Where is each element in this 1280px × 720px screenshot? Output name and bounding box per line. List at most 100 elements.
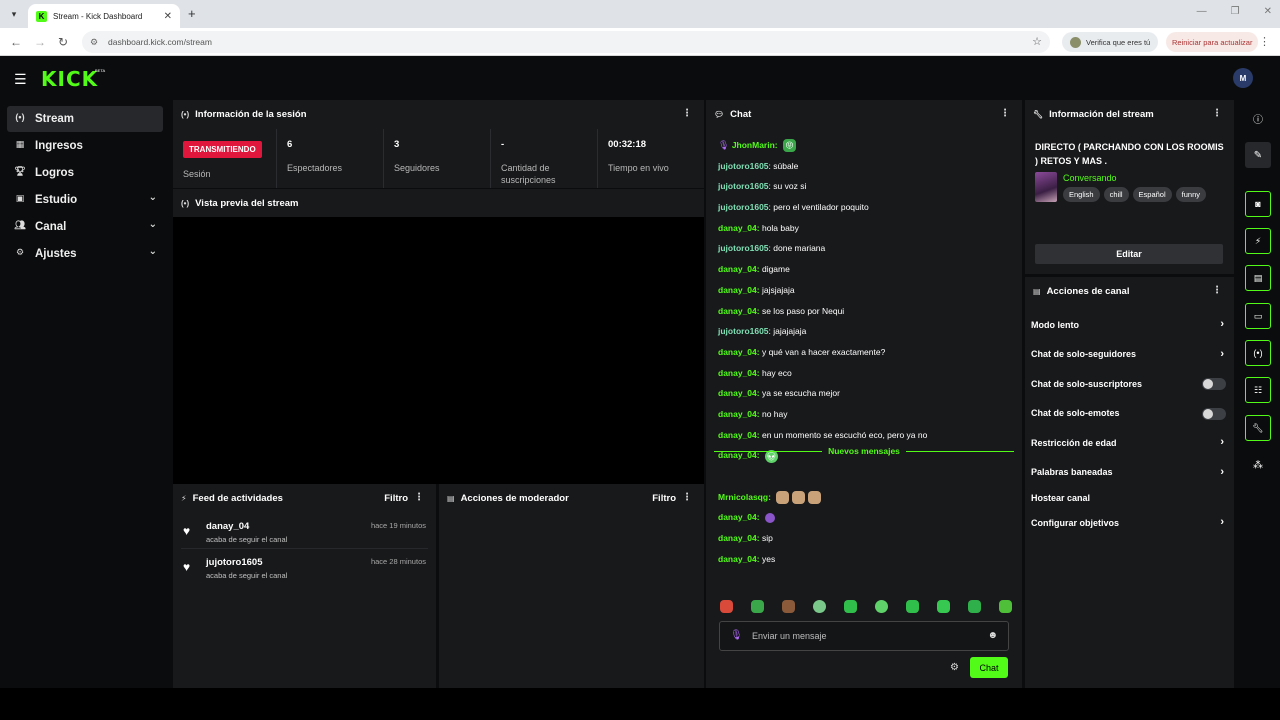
emote-icon[interactable]: [751, 600, 764, 613]
widgets-icon[interactable]: ⁂: [1245, 452, 1271, 478]
more-options-icon[interactable]: ⋮: [682, 108, 692, 119]
chat-message-input[interactable]: 🎙︎ Enviar un mensaje ☻: [719, 621, 1009, 651]
chat-username[interactable]: danay_04: [718, 409, 757, 419]
sidebar-item-estudio[interactable]: ▣ Estudio ⌄: [7, 187, 163, 213]
chat-username[interactable]: jujotoro1605: [718, 202, 769, 212]
chat-message[interactable]: danay_04: ya se escucha mejor: [718, 383, 1010, 404]
reload-icon[interactable]: ↻: [58, 35, 68, 49]
filter-button[interactable]: Filtro: [384, 493, 408, 504]
browser-tab-active[interactable]: K Stream - Kick Dashboard ✕: [28, 4, 180, 28]
bookmark-star-icon[interactable]: ☆: [1032, 35, 1042, 48]
emote-icon[interactable]: [906, 600, 919, 613]
emoji-picker-icon[interactable]: ☻: [987, 630, 998, 641]
wrench-icon[interactable]: 🔧︎: [1245, 415, 1271, 441]
chat-message[interactable]: jujotoro1605: pero el ventilador poquito: [718, 197, 1010, 218]
broadcast-icon[interactable]: (•): [1245, 340, 1271, 366]
forward-arrow-icon[interactable]: →: [34, 35, 46, 49]
chat-username[interactable]: danay_04: [718, 264, 757, 274]
more-options-icon[interactable]: ⋮: [414, 492, 424, 503]
chat-username[interactable]: jujotoro1605: [718, 243, 769, 253]
stream-category[interactable]: Conversando: [1063, 173, 1117, 183]
activity-item[interactable]: ♥ jujotoro1605 acaba de seguir el canal …: [181, 549, 428, 585]
chat-message[interactable]: jujotoro1605: done mariana: [718, 238, 1010, 259]
chat-settings-gear-icon[interactable]: ⚙: [950, 662, 959, 673]
new-tab-button[interactable]: +: [188, 6, 196, 21]
chat-username[interactable]: jujotoro1605: [718, 326, 769, 336]
chat-username[interactable]: danay_04: [718, 533, 757, 543]
kick-logo[interactable]: KICK: [41, 67, 98, 91]
action-followers-only[interactable]: Chat de solo-seguidores ›: [1025, 340, 1234, 370]
chat-username[interactable]: jujotoro1605: [718, 181, 769, 191]
sidebar-item-ajustes[interactable]: ⚙ Ajustes ⌄: [7, 241, 163, 267]
more-options-icon[interactable]: ⋮: [1000, 108, 1010, 119]
emote-icon[interactable]: [813, 600, 826, 613]
info-icon[interactable]: ⓘ: [1245, 105, 1271, 131]
chat-message-list[interactable]: 🎙︎ JhonMarin: 😝︎ jujotoro1605: súbale ju…: [706, 129, 1022, 589]
chat-username[interactable]: danay_04: [718, 347, 757, 357]
minimize-icon[interactable]: —: [1197, 6, 1207, 17]
chat-message[interactable]: jujotoro1605: súbale: [718, 156, 1010, 177]
chat-username[interactable]: danay_04: [718, 285, 757, 295]
emote-icon[interactable]: [999, 600, 1012, 613]
chat-message[interactable]: danay_04: digame: [718, 259, 1010, 280]
action-age-restriction[interactable]: Restricción de edad ›: [1025, 428, 1234, 458]
emote-icon[interactable]: [875, 600, 888, 613]
close-tab-icon[interactable]: ✕: [164, 11, 172, 22]
activity-item[interactable]: ♥ danay_04 acaba de seguir el canal hace…: [181, 513, 428, 549]
action-configure-goals[interactable]: Configurar objetivos ›: [1025, 508, 1234, 538]
chat-message[interactable]: jujotoro1605: jajajajaja: [718, 321, 1010, 342]
profile-verify-chip[interactable]: Verifica que eres tú: [1062, 32, 1159, 52]
sidebar-item-logros[interactable]: 🏆︎ Logros: [7, 160, 163, 186]
subscribers-only-toggle[interactable]: [1202, 378, 1226, 390]
emote-icon[interactable]: [782, 600, 795, 613]
camera-icon[interactable]: ◙: [1245, 191, 1271, 217]
chat-message[interactable]: danay_04: no hay: [718, 404, 1010, 425]
action-host-channel[interactable]: Hostear canal: [1025, 487, 1234, 508]
new-messages-divider[interactable]: Nuevos mensajes: [714, 445, 1015, 457]
chat-bubble-icon[interactable]: ▭: [1245, 303, 1271, 329]
action-slow-mode[interactable]: Modo lento ›: [1025, 310, 1234, 340]
document-icon[interactable]: ▤: [1245, 265, 1271, 291]
layout-icon[interactable]: ☷: [1245, 377, 1271, 403]
lightning-icon[interactable]: ⚡︎: [1245, 228, 1271, 254]
chat-message[interactable]: 🎙︎ JhonMarin: 😝︎: [718, 135, 1010, 156]
close-window-icon[interactable]: ✕: [1264, 6, 1272, 17]
user-avatar[interactable]: M: [1233, 68, 1253, 88]
chat-message[interactable]: danay_04: y qué van a hacer exactamente?: [718, 342, 1010, 363]
restart-update-button[interactable]: Reiniciar para actualizar: [1166, 32, 1259, 52]
chat-username[interactable]: danay_04: [718, 306, 757, 316]
emotes-only-toggle[interactable]: [1202, 407, 1226, 420]
pencil-icon[interactable]: ✎: [1245, 142, 1271, 168]
chat-message[interactable]: danay_04: jajsjajaja: [718, 280, 1010, 301]
chat-send-button[interactable]: Chat: [970, 657, 1008, 678]
more-options-icon[interactable]: ⋮: [1212, 108, 1222, 119]
chat-message[interactable]: danay_04: en un momento se escuchó eco, …: [718, 425, 1010, 446]
emote-icon[interactable]: [720, 600, 733, 613]
chat-message[interactable]: danay_04: hola baby: [718, 218, 1010, 239]
chat-message[interactable]: danay_04: hay eco: [718, 363, 1010, 384]
sidebar-item-canal[interactable]: 👥︎ Canal ⌄: [7, 214, 163, 240]
chat-username[interactable]: jujotoro1605: [718, 161, 769, 171]
stream-preview-video[interactable]: [173, 217, 704, 484]
chat-username[interactable]: Mrnicolasqg: [718, 492, 768, 502]
chat-message[interactable]: Mrnicolasqg:: [718, 487, 1010, 508]
chat-message[interactable]: danay_04: yes: [718, 549, 1010, 570]
chat-username[interactable]: danay_04: [718, 388, 757, 398]
emote-icon[interactable]: [937, 600, 950, 613]
chat-message[interactable]: danay_04:: [718, 507, 1010, 528]
more-options-icon[interactable]: ⋮: [682, 492, 692, 503]
action-banned-words[interactable]: Palabras baneadas ›: [1025, 458, 1234, 488]
chat-username[interactable]: danay_04: [718, 512, 757, 522]
url-bar[interactable]: ⚙ dashboard.kick.com/stream ☆: [82, 31, 1050, 53]
chat-message[interactable]: jujotoro1605: su voz si: [718, 176, 1010, 197]
chat-username[interactable]: danay_04: [718, 554, 757, 564]
mic-icon[interactable]: 🎙︎: [730, 630, 743, 641]
more-options-icon[interactable]: ⋮: [1212, 285, 1222, 296]
tab-search-button[interactable]: ▾: [6, 6, 22, 22]
emote-icon[interactable]: [844, 600, 857, 613]
filter-button[interactable]: Filtro: [652, 493, 676, 504]
chat-message[interactable]: danay_04: se los paso por Nequi: [718, 301, 1010, 322]
emote-icon[interactable]: [968, 600, 981, 613]
back-arrow-icon[interactable]: ←: [10, 35, 22, 49]
hamburger-menu-icon[interactable]: ☰: [14, 71, 27, 88]
